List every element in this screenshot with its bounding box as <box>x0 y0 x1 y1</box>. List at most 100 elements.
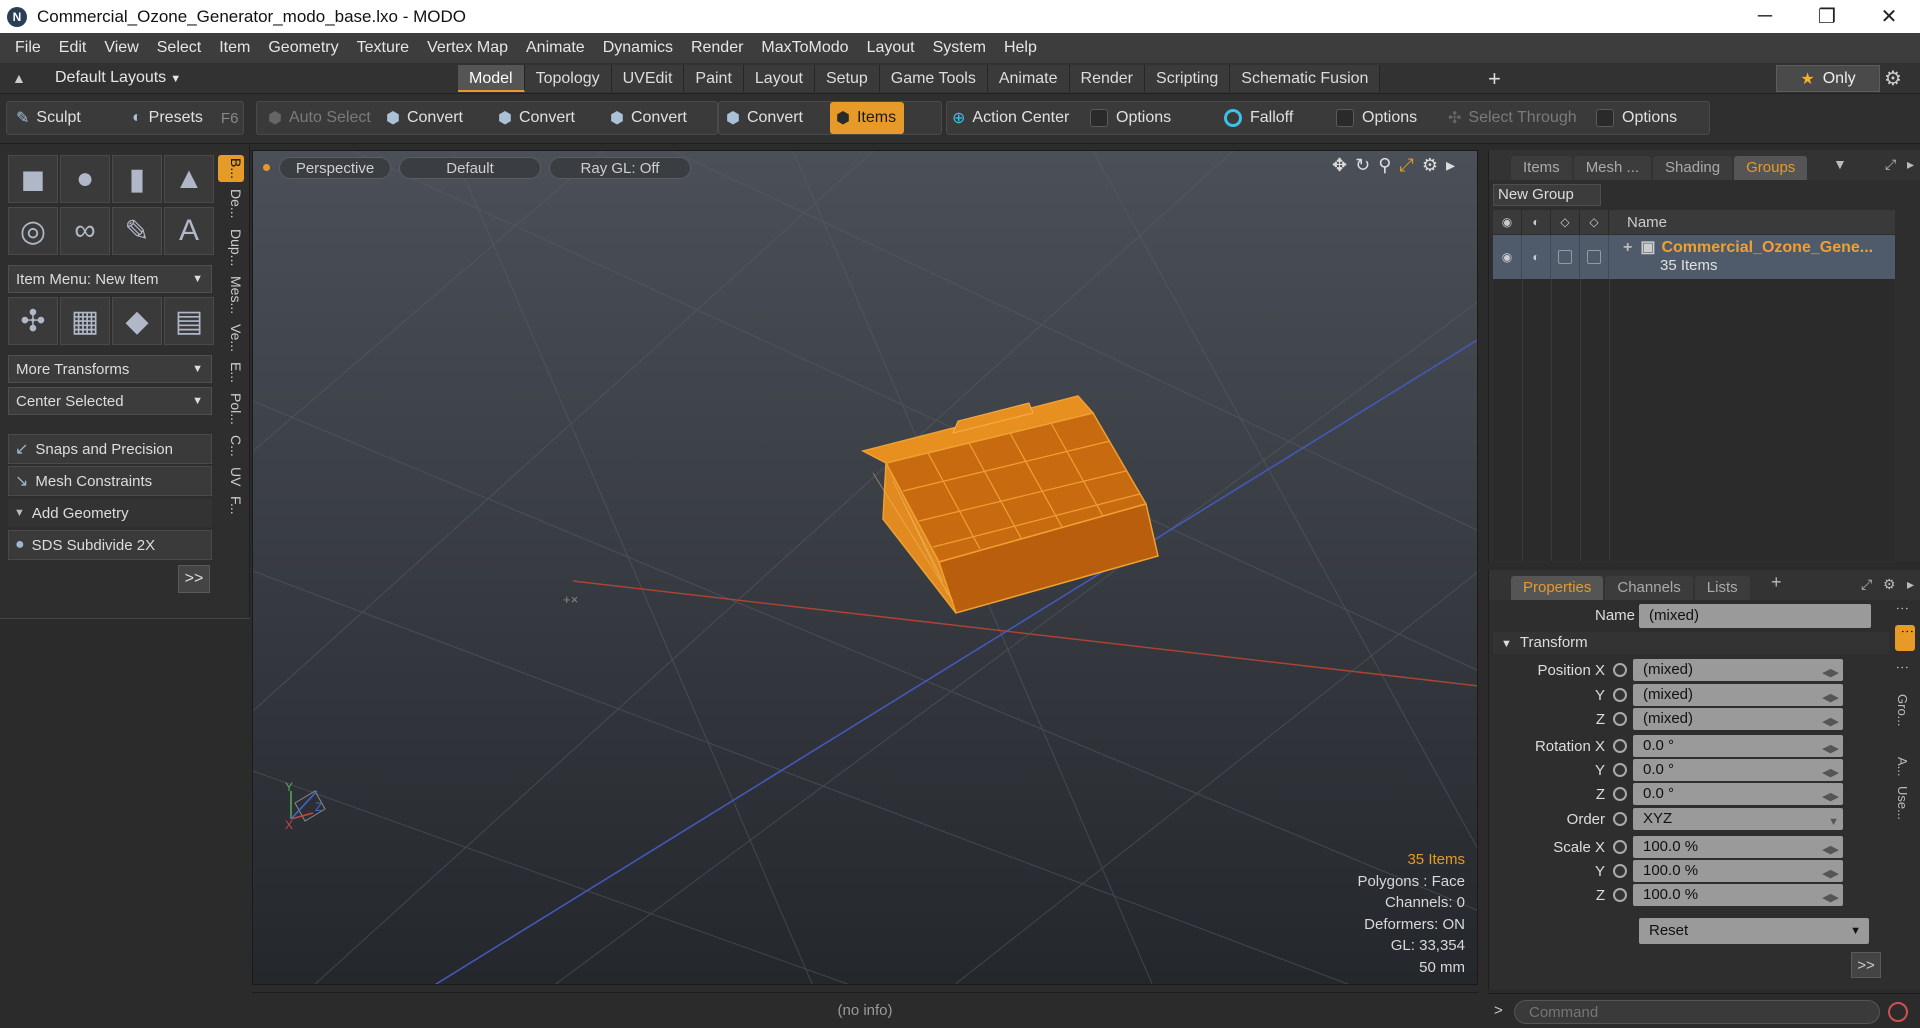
stepper-icon[interactable]: ◀▶ <box>1822 863 1839 885</box>
torus-icon[interactable]: ◎ <box>8 207 58 255</box>
menu-texture[interactable]: Texture <box>348 33 418 63</box>
tab-render[interactable]: Render <box>1069 65 1146 92</box>
stepper-icon[interactable]: ◀▶ <box>1822 711 1839 733</box>
rotation-z-field[interactable]: 0.0 ° ◀▶ <box>1633 783 1843 805</box>
menu-animate[interactable]: Animate <box>517 33 594 63</box>
falloff-button[interactable]: Falloff <box>1218 101 1293 135</box>
tab-layout[interactable]: Layout <box>743 65 815 92</box>
menu-render[interactable]: Render <box>682 33 752 63</box>
vtab-duplicate[interactable]: Dup... <box>218 226 244 269</box>
rotation-x-field[interactable]: 0.0 ° ◀▶ <box>1633 735 1843 757</box>
stepper-icon[interactable]: ◀▶ <box>1822 786 1839 808</box>
menu-vertex-map[interactable]: Vertex Map <box>418 33 517 63</box>
visibility-eye-icon[interactable]: ◉ <box>1493 210 1522 234</box>
maximize-panel-icon[interactable]: ⤢ <box>1885 156 1896 173</box>
keyframe-toggle[interactable] <box>1613 712 1627 726</box>
tab-scripting[interactable]: Scripting <box>1145 65 1231 92</box>
side-dots-icon[interactable]: ⋮ <box>1895 661 1910 674</box>
command-history-arrow[interactable]: > <box>1494 1002 1503 1019</box>
zoom-icon[interactable]: ⚲ <box>1378 155 1391 176</box>
order-dropdown[interactable]: XYZ ▼ <box>1633 808 1843 830</box>
shading-dropdown[interactable]: Default <box>399 157 541 179</box>
row-lock-toggle[interactable] <box>1551 235 1580 279</box>
tab-items[interactable]: Items <box>1511 156 1572 180</box>
add-tab-plus-icon[interactable]: + <box>1488 65 1501 92</box>
tab-uvedit[interactable]: UVEdit <box>611 65 685 92</box>
transform-section[interactable]: ▼ Transform <box>1493 632 1889 654</box>
convert-polygons-button[interactable]: ⬢ Convert <box>604 101 687 135</box>
add-tab-plus-icon[interactable]: + <box>1771 572 1782 593</box>
viewport-options-dot[interactable] <box>263 164 270 171</box>
vtab-basic[interactable]: B... <box>218 155 244 183</box>
vtab-curve[interactable]: C... <box>218 432 244 460</box>
tab-shading[interactable]: Shading <box>1653 156 1733 180</box>
tab-channels[interactable]: Channels <box>1605 576 1693 600</box>
scale-x-field[interactable]: 100.0 % ◀▶ <box>1633 836 1843 858</box>
side-dots-icon[interactable]: ⋮ <box>1895 602 1910 615</box>
add-geometry-section[interactable]: ▼ Add Geometry <box>8 499 212 527</box>
menu-maxtomodo[interactable]: MaxToModo <box>752 33 857 63</box>
keyframe-toggle[interactable] <box>1613 663 1627 677</box>
reset-dropdown[interactable]: Reset ▼ <box>1639 918 1869 944</box>
name-field[interactable]: (mixed) <box>1639 604 1871 628</box>
stepper-icon[interactable]: ◀▶ <box>1822 687 1839 709</box>
tabs-dropdown-icon[interactable]: ▼ <box>1833 156 1847 172</box>
stepper-icon[interactable]: ◀▶ <box>1822 887 1839 909</box>
item-menu-dropdown[interactable]: Item Menu: New Item ▼ <box>8 265 212 293</box>
tab-animate[interactable]: Animate <box>987 65 1070 92</box>
mesh-constraints-button[interactable]: ↘ Mesh Constraints <box>8 466 212 496</box>
menu-geometry[interactable]: Geometry <box>259 33 347 63</box>
menu-dynamics[interactable]: Dynamics <box>594 33 682 63</box>
action-center-button[interactable]: ⊕ Action Center <box>946 101 1069 135</box>
tab-game-tools[interactable]: Game Tools <box>879 65 988 92</box>
menu-edit[interactable]: Edit <box>50 33 96 63</box>
vtab-assembly[interactable]: A... <box>1895 757 1910 777</box>
tab-properties[interactable]: Properties <box>1511 576 1604 600</box>
options-button-3[interactable]: Options <box>1590 101 1677 135</box>
mesh-grid-icon[interactable]: ▤ <box>164 297 214 345</box>
tab-groups[interactable]: Groups <box>1734 156 1808 180</box>
menu-item[interactable]: Item <box>210 33 259 63</box>
menu-select[interactable]: Select <box>148 33 210 63</box>
vtab-vertex[interactable]: Ve... <box>218 321 244 355</box>
only-button[interactable]: ★ Only <box>1776 65 1880 92</box>
rotation-y-field[interactable]: 0.0 ° ◀▶ <box>1633 759 1843 781</box>
lock-icon[interactable]: ◇ <box>1551 210 1580 234</box>
panel-gear-icon[interactable]: ⚙ <box>1883 576 1896 593</box>
tab-paint[interactable]: Paint <box>684 65 744 92</box>
maximize-panel-icon[interactable]: ⤢ <box>1861 576 1872 593</box>
tab-mesh[interactable]: Mesh ... <box>1573 156 1652 180</box>
stepper-icon[interactable]: ◀▶ <box>1822 839 1839 861</box>
more-transforms-dropdown[interactable]: More Transforms ▼ <box>8 355 212 383</box>
center-selected-dropdown[interactable]: Center Selected ▼ <box>8 387 212 415</box>
stepper-icon[interactable]: ◀▶ <box>1822 738 1839 760</box>
record-macro-icon[interactable] <box>1888 1002 1908 1022</box>
position-x-field[interactable]: (mixed) ◀▶ <box>1633 659 1843 681</box>
vtab-user[interactable]: Use... <box>1895 786 1910 820</box>
grid-plane-icon[interactable]: ▦ <box>60 297 110 345</box>
text-tool-icon[interactable]: A <box>164 207 214 255</box>
command-input[interactable] <box>1514 1000 1880 1024</box>
vtab-polygon[interactable]: Pol... <box>218 390 244 428</box>
position-z-field[interactable]: (mixed) ◀▶ <box>1633 708 1843 730</box>
sds-subdivide-button[interactable]: ● SDS Subdivide 2X <box>8 530 212 560</box>
keyframe-toggle[interactable] <box>1613 739 1627 753</box>
pan-icon[interactable]: ✥ <box>1332 155 1347 176</box>
position-y-field[interactable]: (mixed) ◀▶ <box>1633 684 1843 706</box>
panel-arrow-icon[interactable]: ▸ <box>1907 576 1914 593</box>
select-icon[interactable]: ◇ <box>1580 210 1609 234</box>
close-button[interactable]: ✕ <box>1858 0 1920 33</box>
vtab-fusion[interactable]: F... <box>218 493 244 518</box>
auto-select-button[interactable]: ⬢ Auto Select <box>262 101 371 135</box>
options-checkbox-3[interactable] <box>1596 109 1614 127</box>
layout-collapse-icon[interactable]: ▲ <box>12 70 26 86</box>
expand-plus-icon[interactable]: + <box>1623 239 1632 256</box>
raygl-toggle[interactable]: Ray GL: Off <box>549 157 691 179</box>
fit-view-icon[interactable]: ⤢ <box>1399 155 1413 176</box>
select-through-button[interactable]: ✣ Select Through <box>1442 101 1577 135</box>
cylinder-icon[interactable]: ▮ <box>112 155 162 203</box>
vtab-edge[interactable]: E... <box>218 359 244 386</box>
stepper-icon[interactable]: ◀▶ <box>1822 662 1839 684</box>
keyframe-toggle[interactable] <box>1613 840 1627 854</box>
convert-items-button[interactable]: ⬢ Convert <box>720 101 803 135</box>
